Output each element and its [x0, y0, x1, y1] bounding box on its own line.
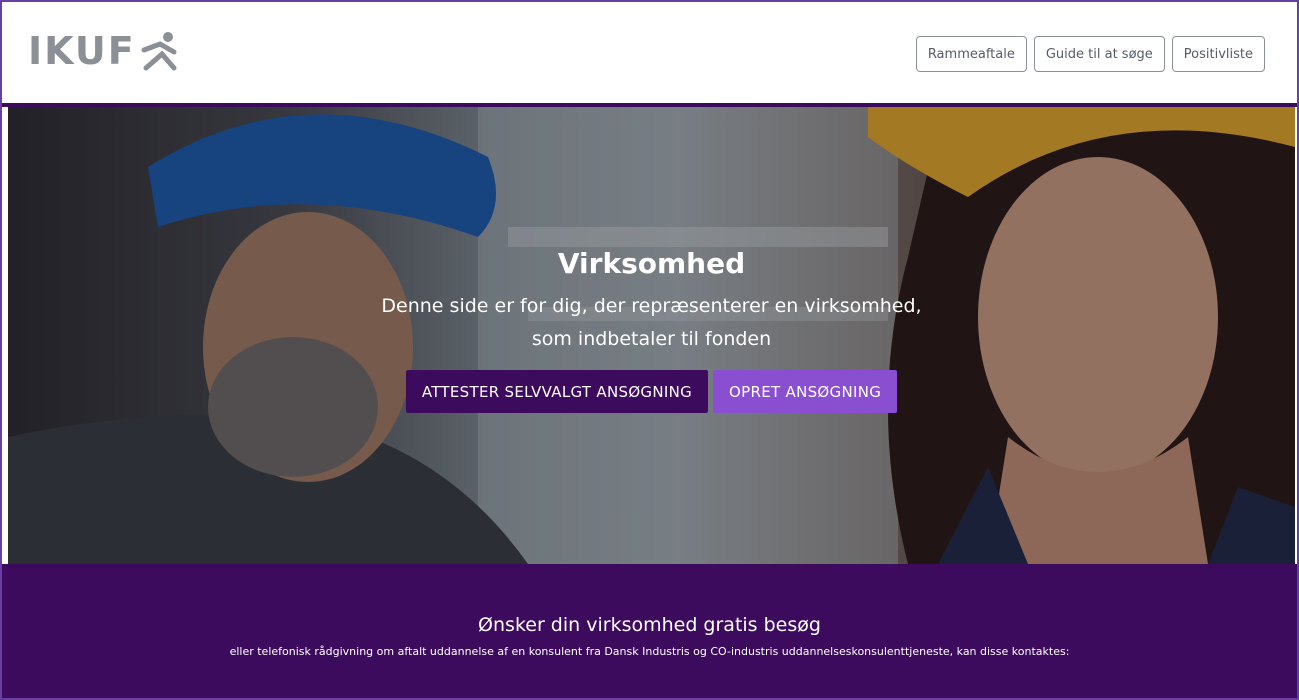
site-header: IKUF Rammeaftale Guide til at søge Posit… [2, 2, 1297, 107]
hero-subtitle-line-2: som indbetaler til fonden [531, 328, 772, 350]
nav-positivliste-button[interactable]: Positivliste [1171, 36, 1265, 72]
hero-content: Virksomhed Denne side er for dig, der re… [8, 247, 1295, 413]
hero-banner: Virksomhed Denne side er for dig, der re… [8, 107, 1295, 564]
browser-frame: IKUF Rammeaftale Guide til at søge Posit… [0, 0, 1299, 700]
info-band-text: eller telefonisk rådgivning om aftalt ud… [229, 645, 1070, 658]
nav-rammeaftale-button[interactable]: Rammeaftale [915, 36, 1027, 72]
info-band: Ønsker din virksomhed gratis besøg eller… [2, 564, 1297, 698]
create-application-button[interactable]: OPRET ANSØGNING [713, 370, 898, 413]
hero-title: Virksomhed [557, 247, 746, 280]
hero-buttons: ATTESTER SELVVALGT ANSØGNING OPRET ANSØG… [8, 370, 1295, 413]
attest-application-button[interactable]: ATTESTER SELVVALGT ANSØGNING [405, 370, 709, 413]
figure-logo-icon [141, 32, 177, 71]
ikuf-logo[interactable]: IKUF [28, 29, 177, 73]
top-nav: Rammeaftale Guide til at søge Positivlis… [915, 36, 1265, 72]
nav-guide-button[interactable]: Guide til at søge [1033, 36, 1165, 72]
hero-subtitle-line-1: Denne side er for dig, der repræsenterer… [381, 295, 922, 317]
logo-text: IKUF [28, 29, 136, 73]
info-band-title: Ønsker din virksomhed gratis besøg [478, 614, 821, 636]
